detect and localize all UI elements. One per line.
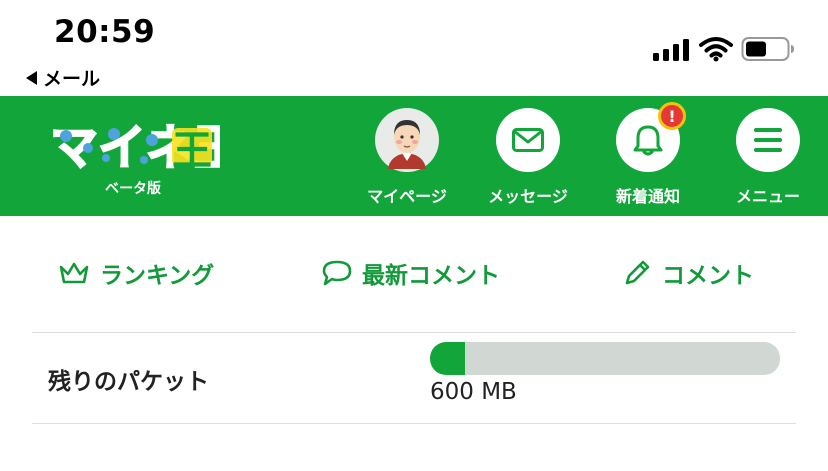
ranking-link[interactable]: ランキング bbox=[58, 256, 214, 290]
status-bar: 20:59 メール bbox=[0, 0, 828, 96]
pencil-icon bbox=[625, 260, 650, 285]
mineo-logo[interactable]: マイネ王 王 bbox=[48, 114, 220, 174]
comment-link[interactable]: コメント bbox=[622, 256, 754, 290]
cellular-signal-icon bbox=[653, 39, 689, 61]
remaining-packet-label: 残りのパケット bbox=[48, 369, 209, 395]
nav-mypage-label: マイページ bbox=[367, 187, 447, 206]
packet-progress-bar bbox=[430, 342, 780, 375]
avatar-icon bbox=[388, 120, 426, 169]
speech-bubble-icon bbox=[322, 260, 352, 286]
beta-label: ベータ版 bbox=[105, 181, 161, 197]
divider-bottom bbox=[32, 423, 796, 424]
latest-comments-label: 最新コメント bbox=[362, 263, 500, 289]
envelope-icon bbox=[512, 128, 544, 152]
menu-button[interactable] bbox=[736, 108, 800, 172]
hamburger-icon bbox=[754, 128, 782, 152]
app-header: マイネ王 王 ベータ版 マイページ bbox=[0, 96, 828, 216]
nav-messages-label: メッセージ bbox=[488, 187, 568, 206]
notifications-button[interactable]: ! bbox=[616, 102, 686, 172]
nav-menu-label: メニュー bbox=[735, 187, 800, 206]
status-time: 20:59 bbox=[54, 14, 156, 50]
battery-icon bbox=[741, 37, 794, 61]
comment-label: コメント bbox=[662, 263, 754, 289]
nav-notifications[interactable]: ! 新着通知 bbox=[593, 102, 703, 207]
notification-alert-badge: ! bbox=[658, 102, 686, 130]
remaining-packet-amount: 600 MB bbox=[430, 379, 517, 405]
nav-notifications-label: 新着通知 bbox=[615, 187, 680, 206]
nav-mypage[interactable]: マイページ bbox=[352, 108, 462, 207]
avatar[interactable] bbox=[375, 108, 439, 172]
nav-menu[interactable]: メニュー bbox=[713, 108, 823, 207]
bell-icon bbox=[633, 125, 663, 156]
divider-top bbox=[32, 332, 796, 333]
action-row: ランキング 最新コメント コメント bbox=[0, 216, 828, 332]
latest-comments-link[interactable]: 最新コメント bbox=[322, 256, 500, 290]
svg-text:王: 王 bbox=[172, 128, 212, 174]
back-arrow-icon bbox=[26, 70, 37, 85]
ranking-label: ランキング bbox=[100, 263, 215, 289]
back-to-mail-button[interactable]: メール bbox=[26, 64, 100, 91]
messages-button[interactable] bbox=[496, 108, 560, 172]
back-label: メール bbox=[43, 68, 101, 90]
crown-icon bbox=[59, 262, 89, 284]
nav-messages[interactable]: メッセージ bbox=[473, 108, 583, 207]
packet-progress-fill bbox=[430, 342, 465, 375]
wifi-icon bbox=[699, 37, 733, 62]
